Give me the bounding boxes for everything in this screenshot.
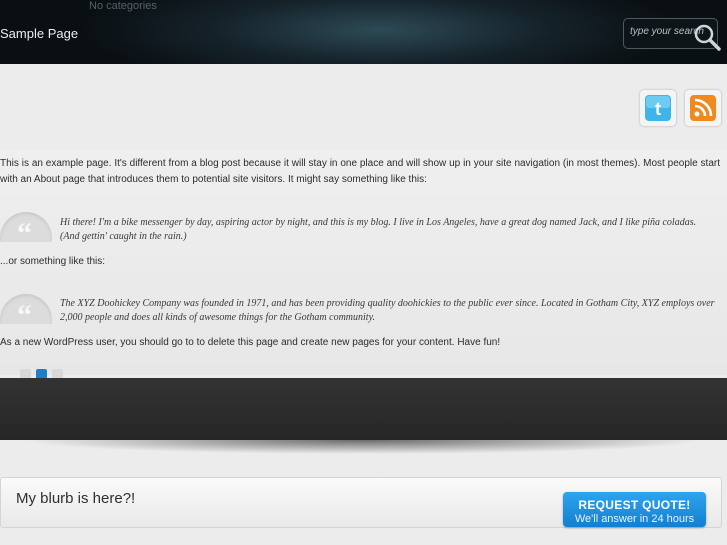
outro-paragraph: As a new WordPress user, you should go t…	[0, 337, 501, 348]
intro-paragraph: This is an example page. It's different …	[0, 158, 720, 185]
slider-shadow	[20, 440, 707, 466]
site-header: No categories Sample Page	[0, 0, 727, 64]
rss-icon	[690, 95, 716, 121]
slider-band	[0, 378, 727, 440]
request-quote-sublabel: We'll answer in 24 hours	[574, 513, 695, 525]
middle-paragraph: ...or something like this:	[0, 256, 106, 267]
request-quote-label: REQUEST QUOTE!	[578, 498, 691, 512]
twitter-icon: t	[645, 95, 671, 121]
blockquote-1: Hi there! I'm a bike messenger by day, a…	[60, 217, 697, 242]
twitter-link[interactable]: t	[640, 90, 676, 126]
quote-icon: “	[0, 212, 53, 242]
nav-item-sample-page[interactable]: Sample Page	[0, 26, 78, 41]
blockquote-2: The XYZ Doohickey Company was founded in…	[60, 298, 715, 323]
categories-empty-text: No categories	[89, 0, 157, 12]
blurb-text: My blurb is here?!	[16, 490, 136, 507]
search-icon[interactable]	[690, 20, 724, 54]
request-quote-button[interactable]: REQUEST QUOTE! We'll answer in 24 hours	[563, 492, 706, 527]
quote-icon: “	[0, 294, 53, 324]
rss-link[interactable]	[685, 90, 721, 126]
svg-text:t: t	[655, 99, 661, 119]
